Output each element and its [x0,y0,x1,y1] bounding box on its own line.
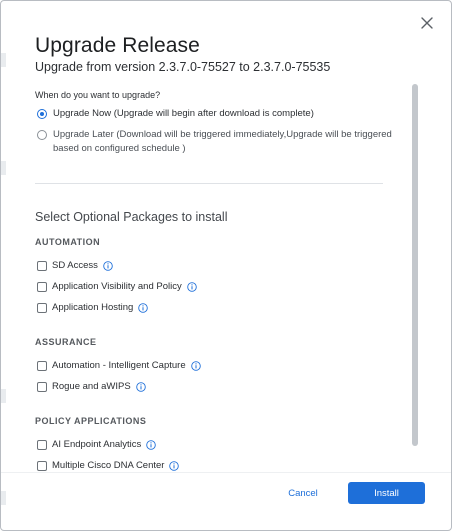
package-label: Automation - Intelligent Capture [52,360,186,371]
close-button[interactable] [419,15,435,31]
checkbox[interactable] [37,381,47,392]
radio-button-selected[interactable] [37,109,47,119]
checkbox[interactable] [37,460,47,471]
info-icon[interactable] [146,439,157,450]
package-label: AI Endpoint Analytics [52,439,142,450]
package-application-visibility[interactable]: Application Visibility and Policy [37,281,197,292]
background-hint [1,491,6,505]
info-icon[interactable] [169,460,180,471]
background-hint [1,161,6,175]
info-icon[interactable] [135,381,146,392]
upgrade-release-dialog: Upgrade Release Upgrade from version 2.3… [0,0,452,531]
packages-section-title: Select Optional Packages to install [35,210,228,224]
radio-upgrade-later-label: Upgrade Later (Download will be triggere… [53,129,392,154]
package-intelligent-capture[interactable]: Automation - Intelligent Capture [37,360,201,371]
info-icon[interactable] [103,260,113,271]
info-icon[interactable] [138,302,149,313]
group-label-assurance: ASSURANCE [35,337,97,347]
checkbox[interactable] [37,281,47,292]
scrollbar-thumb[interactable] [412,84,418,446]
package-label: Application Visibility and Policy [52,281,182,292]
dialog-scroll-area[interactable]: When do you want to upgrade? Upgrade Now… [23,84,423,472]
package-multiple-cisco-dna-center[interactable]: Multiple Cisco DNA Center [37,460,180,471]
checkbox[interactable] [37,302,47,313]
footer-divider [1,472,451,473]
checkbox[interactable] [37,360,47,371]
package-label: Application Hosting [52,302,134,313]
checkbox[interactable] [37,439,47,450]
radio-upgrade-now[interactable]: Upgrade Now (Upgrade will begin after do… [37,107,387,121]
radio-upgrade-now-label: Upgrade Now (Upgrade will begin after do… [53,108,314,119]
dialog-subtitle: Upgrade from version 2.3.7.0-75527 to 2.… [35,60,331,74]
close-icon [421,17,433,29]
background-hint [1,53,6,67]
cancel-button[interactable]: Cancel [277,482,329,504]
info-icon[interactable] [190,360,201,371]
radio-button[interactable] [37,130,47,140]
background-hint [1,389,6,403]
upgrade-question: When do you want to upgrade? [35,90,161,100]
info-icon[interactable] [186,281,197,292]
section-divider [35,183,383,184]
package-label: Rogue and aWIPS [52,381,131,392]
scrollbar-track[interactable] [412,84,418,446]
package-sd-access[interactable]: SD Access [37,260,113,271]
dialog-title: Upgrade Release [35,34,200,57]
package-application-hosting[interactable]: Application Hosting [37,302,149,313]
package-rogue-awips[interactable]: Rogue and aWIPS [37,381,146,392]
checkbox[interactable] [37,260,47,271]
package-label: Multiple Cisco DNA Center [52,460,165,471]
package-ai-endpoint-analytics[interactable]: AI Endpoint Analytics [37,439,157,450]
radio-upgrade-later[interactable]: Upgrade Later (Download will be triggere… [37,128,413,156]
package-label: SD Access [52,260,98,271]
group-label-policy-applications: POLICY APPLICATIONS [35,416,147,426]
group-label-automation: AUTOMATION [35,237,101,247]
install-button[interactable]: Install [348,482,425,504]
